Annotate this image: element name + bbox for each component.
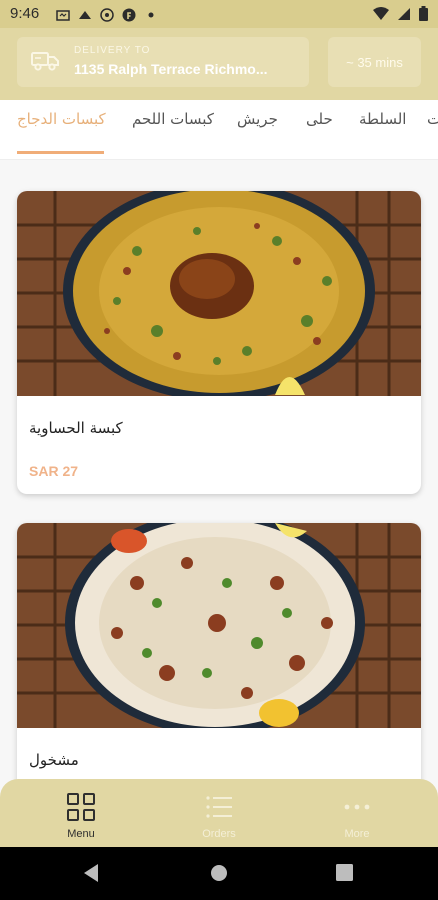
tab-chicken-kabsa[interactable]: كبسات الدجاج bbox=[17, 110, 106, 128]
delivery-truck-icon bbox=[31, 50, 59, 76]
category-tabs: كبسات الدجاج كبسات اللحم جريش حلى السلطة… bbox=[0, 100, 438, 160]
more-dots-icon bbox=[341, 791, 373, 823]
tab-jareesh[interactable]: جريش bbox=[237, 110, 278, 128]
dot-icon bbox=[144, 7, 158, 21]
nav-more[interactable]: More bbox=[284, 779, 430, 847]
nav-orders[interactable]: Orders bbox=[146, 779, 292, 847]
delivery-address: 1135 Ralph Terrace Richmo... bbox=[74, 61, 268, 77]
f-icon bbox=[122, 7, 136, 22]
wifi-icon bbox=[373, 6, 389, 25]
nav-menu[interactable]: Menu bbox=[8, 779, 154, 847]
nav-orders-label: Orders bbox=[202, 828, 236, 840]
tab-more-category[interactable]: ت bbox=[427, 110, 438, 128]
recents-icon[interactable] bbox=[336, 864, 353, 885]
nav-more-label: More bbox=[344, 828, 370, 840]
active-tab-indicator bbox=[17, 151, 104, 154]
delivery-label: DELIVERY TO bbox=[74, 45, 151, 56]
system-nav-bar bbox=[0, 847, 438, 900]
menu-list: كبسة الحساوية SAR 27 مشخول bbox=[0, 161, 438, 781]
bottom-nav: Menu Orders More bbox=[0, 779, 438, 847]
battery-icon bbox=[419, 6, 428, 25]
grid-icon bbox=[65, 791, 97, 823]
tab-salad[interactable]: السلطة bbox=[359, 110, 406, 128]
dish-image bbox=[17, 523, 421, 728]
signal-icon bbox=[397, 6, 411, 25]
back-icon[interactable] bbox=[82, 863, 100, 887]
notification-icon bbox=[78, 7, 92, 21]
dish-name: مشخول bbox=[29, 751, 79, 769]
menu-item-card[interactable]: كبسة الحساوية SAR 27 bbox=[17, 191, 421, 494]
list-icon bbox=[203, 791, 235, 823]
dish-image bbox=[17, 191, 421, 396]
dish-name: كبسة الحساوية bbox=[29, 419, 123, 437]
app-header: DELIVERY TO 1135 Ralph Terrace Richmo...… bbox=[0, 28, 438, 100]
sync-icon bbox=[100, 7, 114, 22]
nav-menu-label: Menu bbox=[67, 828, 95, 840]
delivery-address-selector[interactable]: DELIVERY TO 1135 Ralph Terrace Richmo... bbox=[17, 37, 309, 87]
delivery-eta[interactable]: ~ 35 mins bbox=[328, 37, 421, 87]
home-icon[interactable] bbox=[210, 864, 228, 886]
tab-desserts[interactable]: حلى bbox=[306, 110, 333, 128]
dish-price: SAR 27 bbox=[29, 463, 79, 479]
tab-meat-kabsa[interactable]: كبسات اللحم bbox=[132, 110, 214, 128]
status-time: 9:46 bbox=[10, 5, 40, 22]
menu-item-card[interactable]: مشخول bbox=[17, 523, 421, 781]
status-bar: 9:46 bbox=[0, 0, 438, 28]
media-icon bbox=[56, 7, 70, 21]
